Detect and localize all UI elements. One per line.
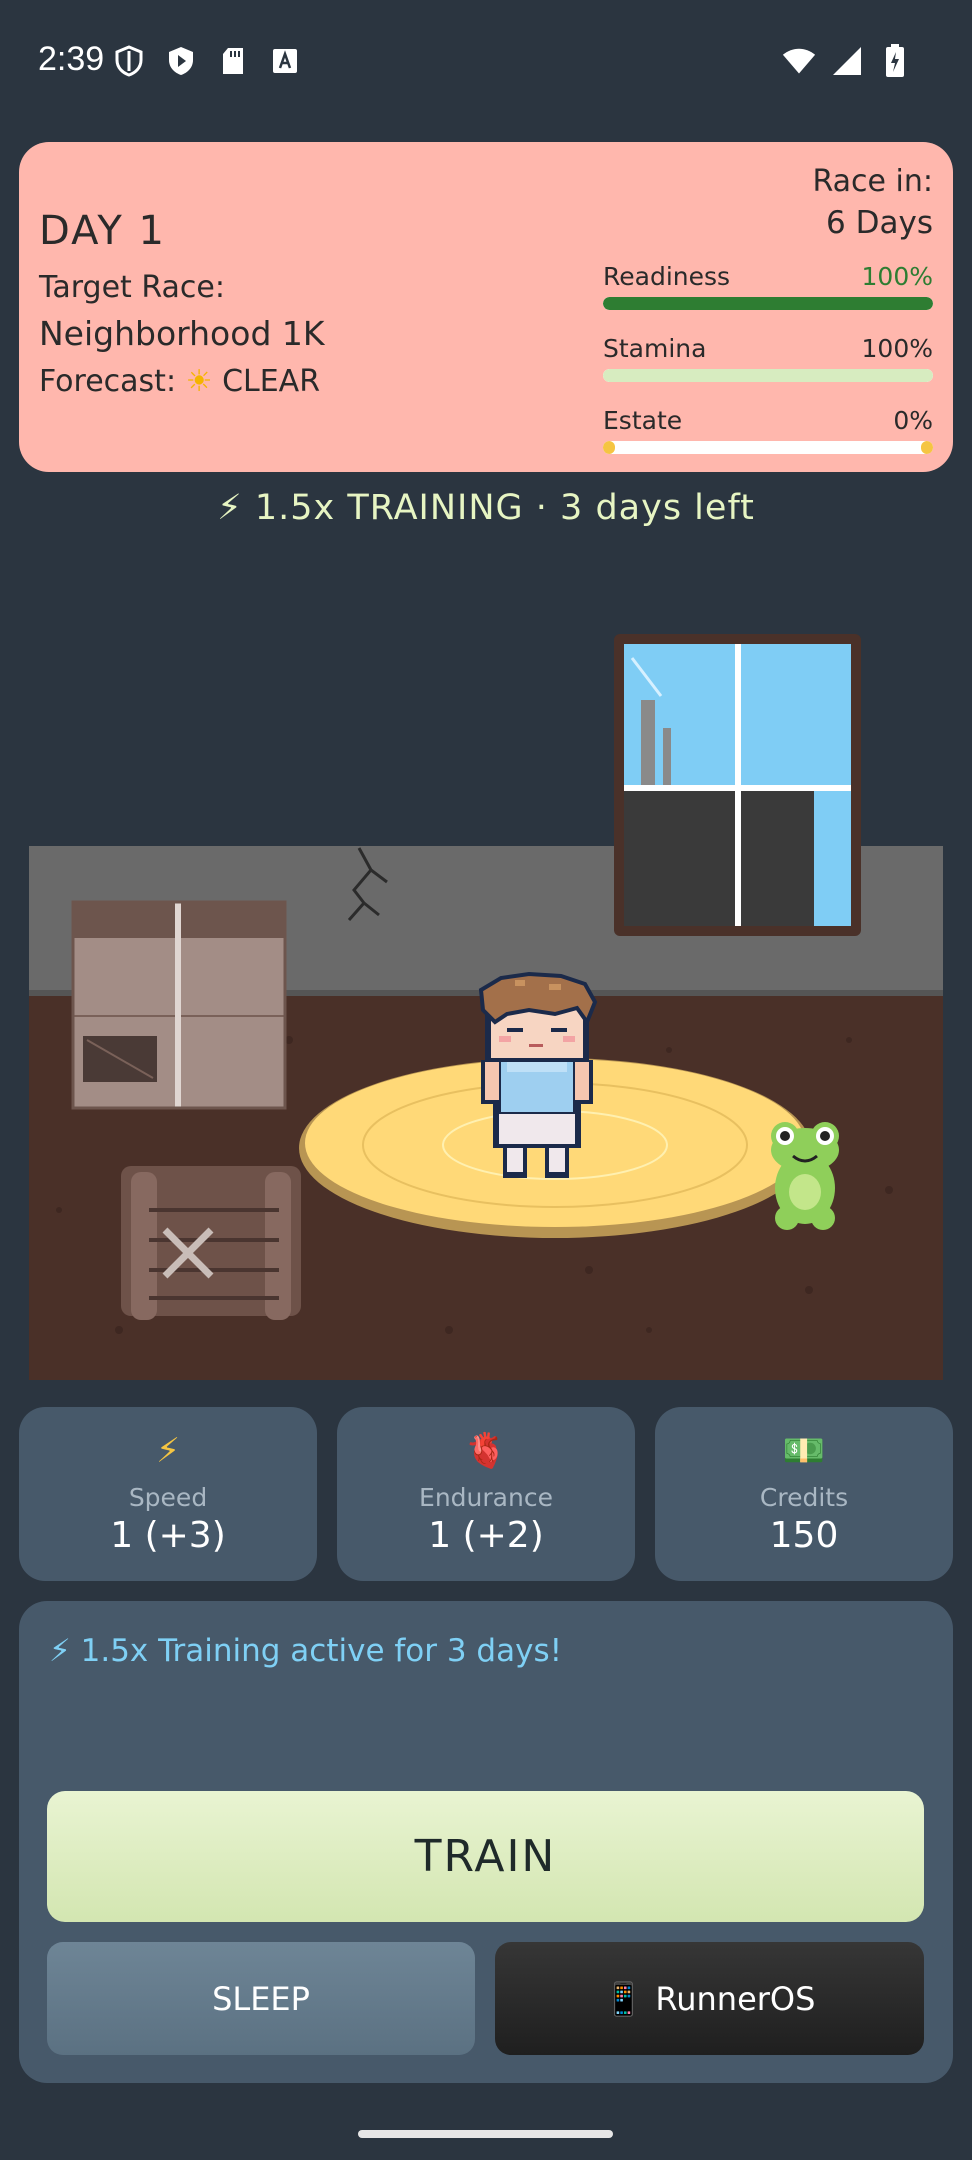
estate-meter: Estate 0%: [603, 406, 933, 454]
status-icons-right: [782, 44, 912, 78]
target-race-name: Neighborhood 1K: [39, 314, 325, 353]
race-header-card: DAY 1 Target Race: Neighborhood 1K Forec…: [19, 142, 953, 472]
readiness-meter: Readiness 100%: [603, 262, 933, 310]
runneros-label: RunnerOS: [655, 1979, 816, 2018]
estate-label: Estate: [603, 406, 683, 435]
status-bar: 2:39: [0, 0, 972, 120]
readiness-bar: [603, 297, 933, 310]
status-time: 2:39: [38, 40, 105, 78]
speed-stat-card: ⚡ Speed 1 (+3): [19, 1407, 317, 1581]
endurance-label: Endurance: [419, 1483, 553, 1512]
battery-charging-icon: [878, 44, 912, 78]
endurance-value: 1 (+2): [428, 1515, 544, 1556]
sleep-button[interactable]: SLEEP: [47, 1942, 475, 2055]
train-button[interactable]: TRAIN: [47, 1791, 924, 1922]
day-label: DAY 1: [39, 208, 166, 254]
readiness-bar-fill: [603, 297, 933, 310]
sun-icon: ☀: [185, 364, 213, 399]
forecast: Forecast: ☀ CLEAR: [39, 364, 320, 399]
crate-icon: [121, 1166, 301, 1320]
forecast-value: CLEAR: [222, 364, 321, 399]
estate-bar-end-dot: [921, 441, 933, 454]
credits-value: 150: [769, 1515, 839, 1556]
estate-value: 0%: [893, 406, 933, 435]
stamina-label: Stamina: [603, 334, 707, 363]
action-panel: ⚡ 1.5x Training active for 3 days! TRAIN…: [19, 1601, 953, 2083]
money-icon: 💵: [782, 1431, 826, 1471]
estate-bar: [603, 441, 933, 454]
training-active-message: ⚡ 1.5x Training active for 3 days!: [49, 1633, 563, 1669]
speed-value: 1 (+3): [110, 1515, 226, 1556]
credits-label: Credits: [759, 1483, 849, 1512]
status-icons-left: [112, 44, 302, 78]
readiness-label: Readiness: [603, 262, 731, 291]
race-in-value: 6 Days: [826, 205, 933, 241]
heart-icon: 🫀: [464, 1431, 508, 1471]
lightning-icon: ⚡: [156, 1431, 180, 1471]
forecast-label: Forecast:: [39, 364, 177, 399]
target-race-label: Target Race:: [39, 270, 225, 305]
race-in-label: Race in:: [812, 164, 933, 199]
speed-label: Speed: [128, 1483, 208, 1512]
font-icon: [268, 44, 302, 78]
stamina-value: 100%: [861, 334, 933, 363]
home-indicator[interactable]: [358, 2130, 613, 2138]
runner-character: [478, 971, 598, 1178]
training-boost-banner: ⚡ 1.5x TRAINING · 3 days left: [217, 488, 755, 528]
readiness-value: 100%: [861, 262, 933, 291]
phone-icon: 📱: [603, 1979, 644, 2018]
stamina-bar: [603, 369, 933, 382]
play-shield-icon: [164, 44, 198, 78]
frog-mascot: [771, 1122, 839, 1230]
estate-bar-start-dot: [603, 441, 615, 454]
credits-stat-card: 💵 Credits 150: [655, 1407, 953, 1581]
game-scene[interactable]: [29, 570, 943, 1380]
endurance-stat-card: 🫀 Endurance 1 (+2): [337, 1407, 635, 1581]
sd-card-icon: [216, 44, 250, 78]
cellular-icon: [830, 44, 864, 78]
boxes-icon: [71, 900, 287, 1110]
shield-icon: [112, 44, 146, 78]
stamina-bar-fill: [603, 369, 933, 382]
wifi-icon: [782, 44, 816, 78]
stamina-meter: Stamina 100%: [603, 334, 933, 382]
runneros-button[interactable]: 📱 RunnerOS: [495, 1942, 924, 2055]
window-icon: [614, 634, 861, 936]
